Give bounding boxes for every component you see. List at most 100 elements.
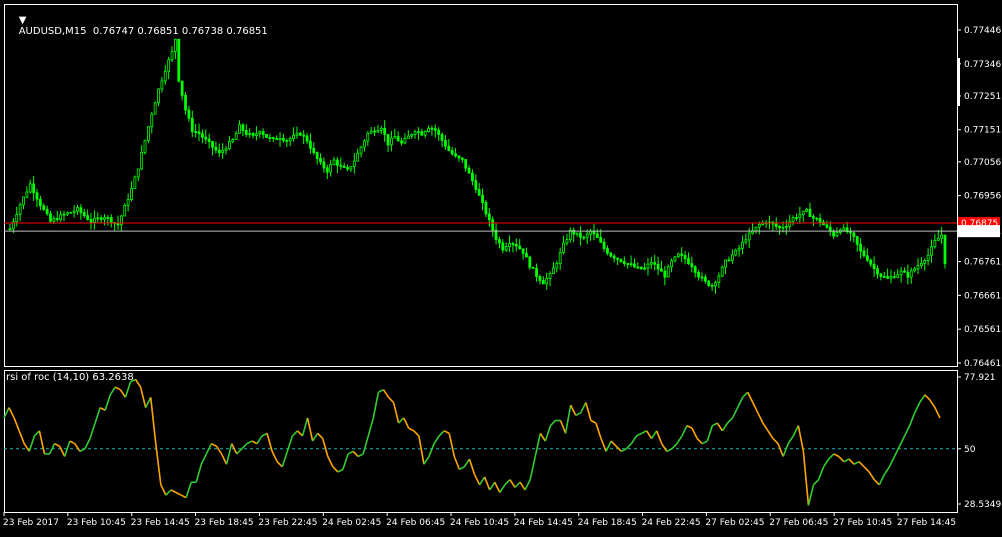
candle-body (15, 213, 19, 223)
price-y-tick-label: 0.77446 (964, 26, 1001, 36)
candle-body (673, 256, 677, 262)
collapse-arrow-icon[interactable]: ▼ (19, 15, 27, 26)
indicator-segment (342, 453, 349, 470)
indicator-segment (569, 404, 577, 416)
candle-body (352, 160, 356, 168)
candle-body (8, 228, 12, 231)
candle-body (238, 124, 241, 134)
candle-body (788, 221, 792, 227)
indicator-segment (443, 430, 450, 435)
indicator-segment (605, 440, 612, 452)
indicator-segment (903, 425, 911, 437)
candle-body (55, 218, 59, 221)
candle-body (72, 210, 76, 213)
candle-body (865, 255, 869, 261)
indicator-segment (878, 474, 886, 486)
candle-body (170, 51, 174, 61)
candle-body (292, 134, 295, 139)
indicator-segment (149, 397, 157, 444)
candle-body (487, 213, 491, 221)
candle-body (359, 146, 363, 154)
indicator-y-tick-label: 50 (964, 445, 976, 455)
indicator-segment (104, 394, 112, 411)
indicator-segment (924, 394, 931, 401)
candle-body (386, 134, 390, 146)
candle-body (217, 149, 221, 154)
indicator-segment (630, 435, 638, 445)
price-y-tick-label: 0.76956 (964, 192, 1001, 202)
indicator-segment (438, 430, 445, 437)
candle-body (852, 232, 856, 237)
indicator-segment (514, 481, 521, 488)
candle-body (619, 258, 623, 262)
candle-body (309, 140, 312, 149)
candle-body (545, 278, 549, 285)
candle-body (730, 254, 734, 261)
indicator-segment (134, 378, 142, 388)
indicator-segment (817, 466, 825, 480)
candle-body (933, 239, 937, 248)
indicator-segment (69, 440, 76, 445)
candle-body (552, 267, 555, 275)
candle-body (781, 226, 785, 229)
indicator-segment (185, 481, 192, 498)
indicator-segment (311, 432, 319, 442)
indicator-segment (251, 440, 258, 445)
indicator-segment (807, 484, 815, 506)
indicator-segment (580, 402, 587, 414)
price-y-tick-label: 0.76561 (964, 325, 1001, 335)
candle-body (626, 263, 630, 265)
candle-body (322, 161, 326, 169)
indicator-segment (650, 430, 658, 439)
indicator-segment (124, 381, 132, 398)
indicator-segment (448, 433, 456, 457)
candle-body (528, 256, 532, 268)
candle-body (862, 250, 866, 257)
candle-body (855, 236, 859, 245)
candle-body (471, 172, 474, 182)
indicator-segment (559, 420, 567, 434)
indicator-y-tick-label: 77.921 (964, 373, 996, 383)
candle-body (119, 215, 123, 226)
candle-body (609, 252, 613, 257)
candle-body (653, 262, 657, 265)
candle-body (410, 134, 414, 137)
chart-window[interactable]: 0.77446 0.77346 0.77251 0.77151 0.77056 0.769… (0, 0, 1002, 533)
candle-body (22, 196, 25, 206)
indicator-segment (519, 481, 526, 491)
candle-body (315, 152, 319, 159)
indicator-segment (762, 422, 769, 432)
candle-body (484, 202, 488, 215)
indicator-segment (478, 476, 486, 486)
candle-body (417, 131, 420, 134)
indicator-segment (868, 471, 875, 481)
candle-body (595, 233, 599, 238)
indicator-segment (843, 458, 850, 463)
indicator-segment (261, 432, 268, 437)
candle-body (504, 246, 508, 251)
candle-body (82, 212, 86, 217)
candle-body (690, 263, 694, 268)
candle-body (329, 164, 333, 173)
indicator-segment (666, 448, 673, 453)
indicator-segment (8, 407, 15, 419)
candle-body (241, 124, 245, 131)
candle-body (896, 274, 900, 278)
candle-body (481, 194, 484, 203)
candle-body (589, 230, 592, 235)
chart-canvas[interactable]: 0.77446 0.77346 0.77251 0.77151 0.77056 0.769… (0, 0, 1002, 533)
candle-body (363, 140, 366, 148)
candle-body (305, 135, 309, 142)
candle-body (521, 248, 525, 254)
candle-body (248, 133, 252, 135)
price-scale-handle[interactable] (958, 58, 960, 106)
candle-body (42, 205, 46, 210)
candle-body (376, 129, 380, 133)
indicator-y-tick-label: 28.5349 (964, 500, 1001, 510)
candle-body (430, 127, 434, 130)
candle-body (656, 263, 660, 270)
candle-body (757, 224, 761, 228)
indicator-segment (797, 425, 805, 452)
candle-body (498, 239, 501, 244)
indicator-segment (888, 456, 896, 468)
